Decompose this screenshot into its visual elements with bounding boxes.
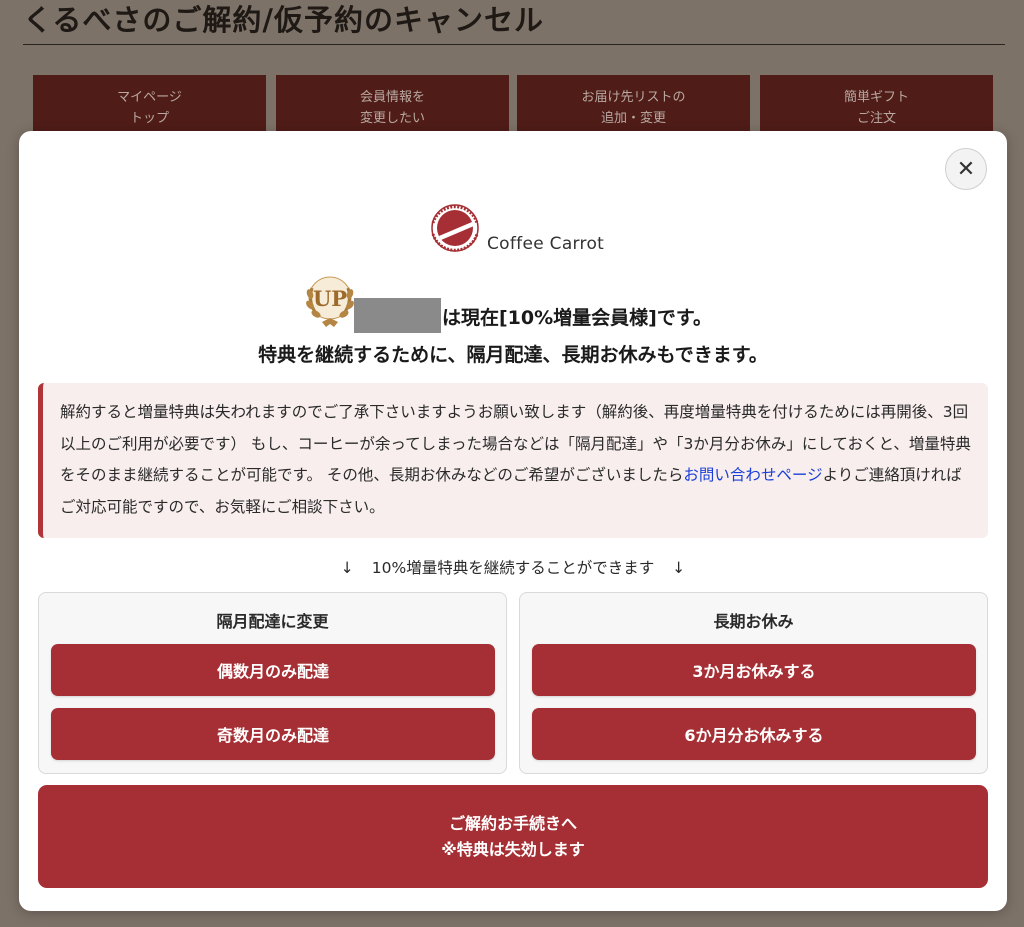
brand: Coffee Carrot	[424, 204, 624, 256]
three-month-break-button[interactable]: 3か月お休みする	[532, 644, 976, 696]
badge-text: UP	[313, 286, 347, 311]
member-status-text: は現在[10%増量会員様]です。	[442, 307, 712, 329]
nav-item-label: トップ	[129, 111, 169, 126]
page-title: くるべさのご解約/仮予約のキャンセル	[23, 0, 1005, 45]
nav-item-label: 簡単ギフト	[843, 90, 909, 105]
nav-item-label: マイページ	[117, 90, 182, 105]
retention-modal: ✕ Coffee Carrot UP は現在[10%増量会員様]です。 特典を継…	[19, 131, 1007, 911]
cancel-button-label: ご解約お手続きへ	[448, 813, 577, 833]
cancel-button-warning: ※特典は失効します	[441, 839, 585, 859]
nav-item-label: お届け先リストの	[581, 90, 686, 105]
coffee-carrot-logo	[431, 204, 479, 252]
bimonthly-option-box: 隔月配達に変更 偶数月のみ配達 奇数月のみ配達	[38, 592, 507, 774]
bimonthly-title: 隔月配達に変更	[216, 612, 329, 631]
close-icon: ✕	[956, 156, 976, 182]
contact-page-link[interactable]: お問い合わせページ	[683, 466, 822, 484]
masked-member-name	[354, 298, 441, 333]
six-month-break-button[interactable]: 6か月分お休みする	[532, 708, 976, 760]
odd-months-button[interactable]: 奇数月のみ配達	[51, 708, 495, 760]
close-button[interactable]: ✕	[945, 148, 987, 190]
nav-item-label: 変更したい	[359, 111, 425, 126]
nav-item-label: 追加・変更	[600, 111, 666, 126]
down-arrow-icon: ↓	[672, 559, 686, 577]
long-break-title: 長期お休み	[713, 612, 794, 631]
even-months-button[interactable]: 偶数月のみ配達	[51, 644, 495, 696]
laurel-up-badge-icon: UP	[306, 276, 354, 327]
proceed-cancellation-button[interactable]: ご解約お手続きへ ※特典は失効します	[38, 785, 988, 888]
long-break-option-box: 長期お休み 3か月お休みする 6か月分お休みする	[519, 592, 988, 774]
nav-item-label: 会員情報を	[359, 90, 425, 105]
tagline: 特典を継続するために、隔月配達、長期お休みもできます。	[258, 344, 768, 366]
down-arrow-icon: ↓	[340, 559, 354, 577]
continue-note-text: 10%増量特典を継続することができます	[371, 559, 655, 577]
continue-benefit-note: ↓ 10%増量特典を継続することができます ↓	[19, 556, 1007, 578]
nav-item-label: ご注文	[856, 111, 896, 126]
notice-box: 解約すると増量特典は失われますのでご了承下さいますようお願い致します（解約後、再…	[38, 383, 988, 538]
member-status-line: UP は現在[10%増量会員様]です。	[19, 276, 1007, 343]
brand-name: Coffee Carrot	[487, 234, 605, 254]
